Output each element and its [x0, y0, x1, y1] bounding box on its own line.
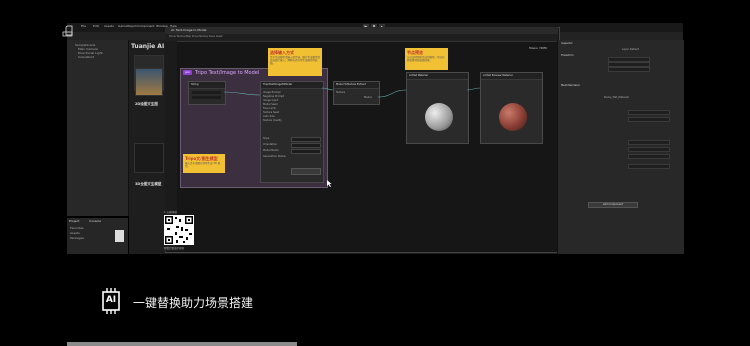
sticky-body: 节点实时预览生成的模型，可在右侧查看材质贴图效果。 [407, 56, 445, 62]
wire [466, 87, 481, 91]
layer-field[interactable]: Layer Default [622, 48, 639, 51]
sticky-body: 输入文字或图片即可生成 3D 模型。 [185, 162, 221, 168]
qr-caption-top: 1. 扫码体验 [164, 211, 178, 214]
property-field[interactable] [628, 117, 670, 122]
qr-caption-bottom: 观看完整演示视频 [164, 247, 185, 250]
progress-bar [67, 342, 297, 346]
add-component-button[interactable]: Add Component [588, 202, 638, 208]
ai-icon-label: AI [105, 295, 117, 305]
inspector-header[interactable]: Inspector [561, 42, 573, 45]
property-field[interactable] [628, 147, 670, 152]
qr-code[interactable] [164, 215, 194, 245]
property-field[interactable] [628, 110, 670, 115]
property-field[interactable] [628, 140, 670, 145]
section-transform[interactable]: Transform [561, 54, 573, 57]
section-mesh-renderer[interactable]: Mesh Renderer [561, 84, 580, 87]
property-field[interactable] [628, 154, 670, 159]
sticky-note[interactable]: Tripo文/图生模型 输入文字或图片即可生成 3D 模型。 [183, 154, 225, 173]
sticky-body: 文字生成模型请输入提示词，图片生成模型请连接图片输入；两种方式均可生成模型并贴图… [270, 56, 321, 65]
wire [377, 89, 407, 98]
mouse-pointer-icon [327, 172, 332, 191]
sticky-note[interactable]: 节点预览 节点实时预览生成的模型，可在右侧查看材质贴图效果。 [405, 48, 448, 70]
inspector-panel: Inspector Layer Default Transform Mesh R… [557, 40, 684, 254]
wire [223, 91, 261, 96]
caption-text: 一键替换助力场景搭建 [133, 296, 254, 310]
material-slot[interactable]: Rocky_Mat_Material [604, 96, 629, 99]
scale-field[interactable] [608, 67, 650, 72]
ai-chip-icon: AI [98, 288, 124, 314]
wire [321, 87, 334, 91]
property-field[interactable] [628, 164, 670, 169]
sticky-note[interactable]: 选择输入方式 文字生成模型请输入提示词，图片生成模型请连接图片输入；两种方式均可… [268, 48, 322, 76]
